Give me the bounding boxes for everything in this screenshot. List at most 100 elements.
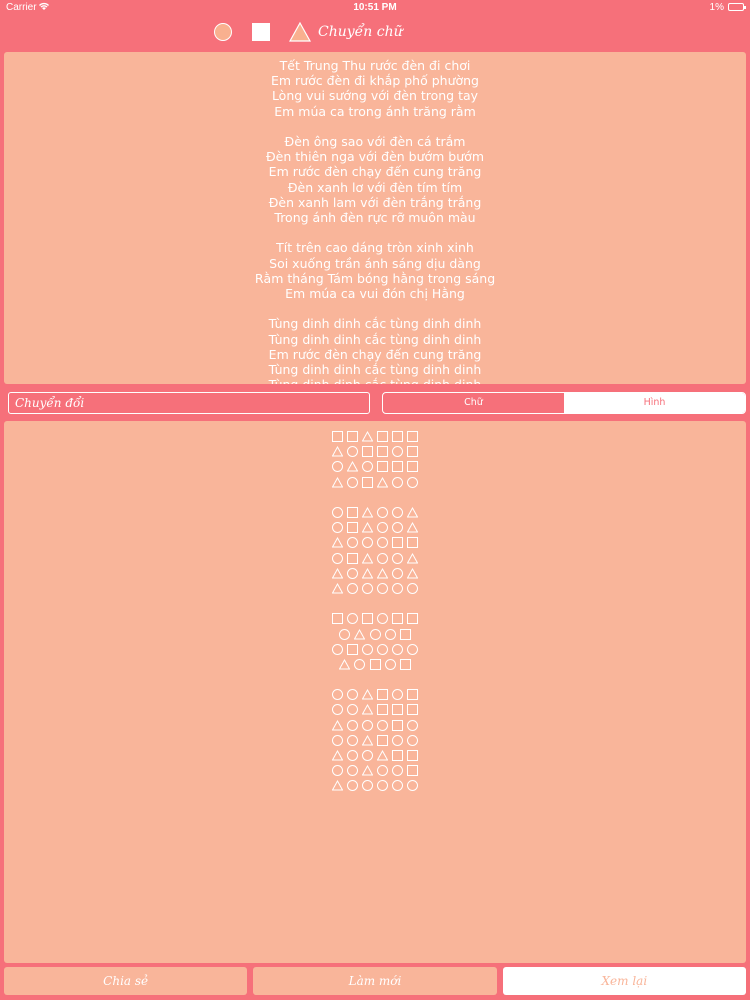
tab-text[interactable]: Chữ (383, 393, 564, 413)
square-icon (407, 537, 419, 549)
square-icon (407, 461, 419, 473)
triangle-icon (361, 522, 373, 533)
triangle-icon (331, 582, 343, 594)
circle-icon (407, 643, 419, 655)
circle-icon (392, 643, 404, 655)
triangle-icon (361, 507, 373, 518)
shape-row (4, 475, 746, 490)
triangle-icon (346, 461, 358, 472)
poem-line: Tùng dinh dinh cắc tùng dinh dinh (268, 316, 482, 332)
circle-icon (377, 719, 389, 731)
poem-line: Tùng dinh dinh cắc tùng dinh dinh (268, 362, 482, 378)
poem-line: Tết Trung Thu rước đèn đi chơi (279, 58, 471, 73)
square-shape-icon[interactable] (252, 23, 270, 41)
circle-icon (361, 750, 373, 762)
shape-row (4, 611, 746, 626)
triangle-icon (331, 750, 343, 761)
circle-icon (346, 704, 358, 716)
triangle-shape-icon[interactable] (288, 21, 312, 43)
circle-icon (407, 582, 419, 594)
status-bar: Carrier 10:51 PM 1% (0, 0, 750, 16)
triangle-icon (354, 628, 366, 640)
shape-row (4, 535, 746, 550)
circle-icon (369, 628, 381, 640)
circle-icon (407, 734, 419, 746)
poem-line (4, 119, 746, 134)
shape-row (4, 566, 746, 581)
shape-row (4, 490, 746, 505)
clock: 10:51 PM (353, 2, 397, 13)
bottom-bar: Chia sẻ Làm mới Xem lại (4, 967, 746, 996)
triangle-icon (377, 750, 389, 761)
poem-line: Em rước đèn đi khắp phố phường (271, 73, 479, 89)
circle-icon (331, 734, 343, 746)
circle-icon (346, 476, 358, 488)
shape-row (4, 702, 746, 717)
circle-icon (392, 689, 404, 701)
circle-icon (361, 537, 373, 549)
square-icon (399, 628, 411, 640)
circle-icon (377, 765, 389, 777)
circle-icon (331, 461, 343, 473)
square-icon (361, 613, 373, 625)
triangle-icon (331, 446, 343, 457)
shape-row (4, 429, 746, 444)
square-icon (407, 613, 419, 625)
circle-icon (346, 567, 358, 579)
triangle-icon (361, 765, 373, 776)
square-icon (346, 552, 358, 564)
triangle-icon (407, 507, 419, 518)
circle-icon (346, 734, 358, 746)
poem-text-area[interactable]: Tết Trung Thu rước đèn đi chơi Em rước đè… (4, 52, 746, 384)
circle-icon (377, 507, 389, 519)
poem-line: Em múa ca vui đón chị Hằng (285, 286, 465, 302)
square-icon (392, 537, 404, 549)
tab-shape[interactable]: Hình (564, 393, 745, 413)
triangle-icon (361, 689, 373, 700)
circle-icon (346, 582, 358, 594)
shape-row (4, 748, 746, 763)
square-icon (369, 658, 381, 670)
circle-icon (377, 780, 389, 792)
circle-icon (377, 537, 389, 549)
shape-row (4, 551, 746, 566)
circle-icon (384, 628, 396, 640)
circle-icon (361, 461, 373, 473)
review-button[interactable]: Xem lại (502, 967, 746, 995)
shape-grid (4, 429, 746, 794)
square-icon (407, 704, 419, 716)
triangle-icon (361, 734, 373, 746)
shape-row (4, 444, 746, 459)
convert-input[interactable] (8, 392, 370, 414)
circle-icon (361, 582, 373, 594)
circle-icon (392, 507, 404, 519)
circle-icon (346, 689, 358, 701)
shape-output-area (4, 421, 746, 963)
triangle-icon (361, 431, 373, 442)
circle-icon (407, 780, 419, 792)
square-icon (377, 689, 389, 701)
shape-row (4, 520, 746, 535)
circle-icon (331, 765, 343, 777)
shape-row (4, 581, 746, 596)
circle-shape-icon[interactable] (214, 23, 232, 41)
circle-icon (339, 628, 351, 640)
triangle-icon (339, 658, 351, 670)
poem-line: Tùng dinh dinh cắc tùng dinh dinh (268, 331, 482, 347)
shape-row (4, 672, 746, 687)
circle-icon (354, 658, 366, 670)
reset-button[interactable]: Làm mới (253, 967, 497, 995)
shape-row (4, 763, 746, 778)
triangle-icon (331, 780, 343, 791)
convert-text-toggle[interactable]: Chuyển chữ (318, 24, 403, 40)
square-icon (377, 704, 389, 716)
share-button[interactable]: Chia sẻ (4, 967, 248, 995)
square-icon (407, 431, 419, 443)
circle-icon (392, 522, 404, 534)
square-icon (331, 431, 343, 443)
circle-icon (361, 643, 373, 655)
circle-icon (361, 719, 373, 731)
poem-text: Tết Trung Thu rước đèn đi chơi Em rước đè… (4, 52, 746, 384)
circle-icon (346, 446, 358, 458)
poem-line (4, 225, 746, 240)
